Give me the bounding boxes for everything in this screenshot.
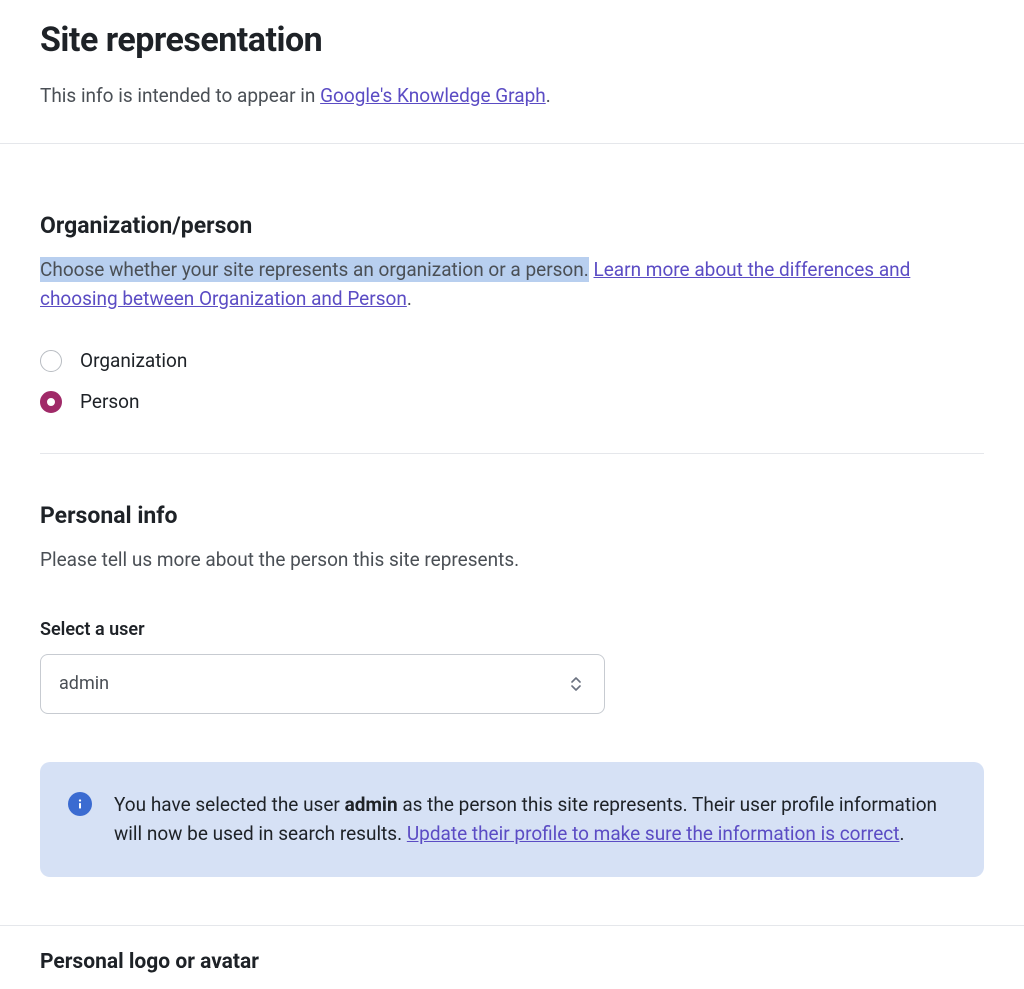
- org-person-title: Organization/person: [40, 212, 984, 239]
- page-description-prefix: This info is intended to appear in: [40, 84, 320, 107]
- radio-organization[interactable]: Organization: [40, 349, 984, 372]
- logo-section-title: Personal logo or avatar: [40, 950, 984, 974]
- radio-organization-label: Organization: [80, 349, 187, 372]
- org-person-desc-highlighted: Choose whether your site represents an o…: [40, 257, 589, 282]
- radio-unselected-icon: [40, 350, 62, 372]
- user-select[interactable]: admin: [40, 654, 605, 714]
- page-description: This info is intended to appear in Googl…: [40, 82, 984, 111]
- knowledge-graph-link[interactable]: Google's Knowledge Graph: [320, 84, 546, 107]
- info-box-text: You have selected the user admin as the …: [114, 790, 956, 849]
- personal-info-title: Personal info: [40, 502, 984, 529]
- radio-person-label: Person: [80, 390, 140, 413]
- user-select-value: admin: [59, 673, 109, 694]
- radio-person[interactable]: Person: [40, 390, 984, 413]
- org-person-radio-group: Organization Person: [40, 349, 984, 413]
- info-text-before: You have selected the user: [114, 793, 345, 816]
- personal-info-description: Please tell us more about the person thi…: [40, 545, 984, 574]
- page-description-suffix: .: [546, 84, 551, 107]
- user-selected-info-box: You have selected the user admin as the …: [40, 762, 984, 877]
- org-person-section: Organization/person Choose whether your …: [40, 164, 984, 877]
- org-person-description: Choose whether your site represents an o…: [40, 255, 984, 314]
- page-title: Site representation: [40, 20, 984, 60]
- info-icon: [68, 792, 92, 816]
- info-text-suffix: .: [899, 822, 904, 845]
- info-text-strong: admin: [345, 793, 398, 816]
- select-user-label: Select a user: [40, 619, 984, 640]
- bottom-divider: [0, 925, 1024, 926]
- radio-selected-icon: [40, 391, 62, 413]
- org-person-desc-suffix: .: [407, 287, 412, 310]
- user-select-wrapper: admin: [40, 654, 605, 714]
- update-profile-link[interactable]: Update their profile to make sure the in…: [407, 822, 900, 845]
- personal-info-section: Personal info Please tell us more about …: [40, 454, 984, 876]
